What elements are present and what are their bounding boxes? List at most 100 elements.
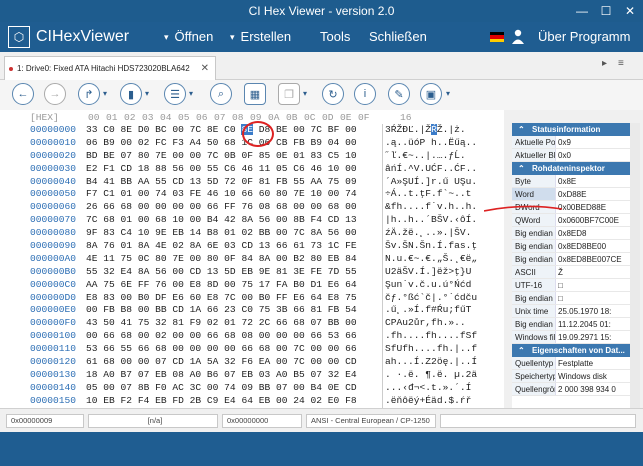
user-icon[interactable] bbox=[512, 29, 524, 45]
inspector-row[interactable]: Speichertyp Windows disk bbox=[512, 370, 630, 383]
hex-row[interactable]: 53 66 55 66 68 00 00 00 00 66 68 00 7C 0… bbox=[86, 343, 378, 356]
inspector-row[interactable]: Quellengröß...2 000 398 934 0 bbox=[512, 383, 630, 396]
inspector-row[interactable]: Big endian d...0x8ED8BE00 bbox=[512, 240, 630, 253]
hex-row[interactable]: AA 75 6E FF 76 00 E8 8D 00 75 17 FA B0 D… bbox=[86, 279, 378, 292]
inspector-row[interactable]: Quellentyp Festplatte bbox=[512, 357, 630, 370]
minimize-button[interactable]: — bbox=[570, 0, 594, 22]
hex-row[interactable]: 8A 76 01 8A 4E 02 8A 6E 03 CD 13 66 61 7… bbox=[86, 240, 378, 253]
menu-oeffnen[interactable]: ▾ Öffnen bbox=[164, 22, 213, 52]
text-row[interactable]: |h..h..´BŠV.‹ôÍ. bbox=[385, 214, 506, 227]
collapse-chevron-icon[interactable]: ⌃ bbox=[518, 123, 525, 136]
hex-view[interactable]: [HEX] 00 01 02 03 04 05 06 07 08 09 0A 0… bbox=[0, 110, 512, 421]
hex-row[interactable]: 55 32 E4 8A 56 00 CD 13 5D EB 9E 81 3E F… bbox=[86, 266, 378, 279]
hex-row[interactable]: 33 C0 8E D0 BC 00 7C 8E C0 8E D8 BE 00 7… bbox=[86, 124, 378, 137]
menu-tools[interactable]: Tools bbox=[320, 22, 350, 52]
text-row[interactable]: źÄ.žë.¸..».|ŠV. bbox=[385, 227, 506, 240]
tab-scroll-right-icon[interactable]: ▸ bbox=[602, 58, 607, 69]
text-row[interactable]: ...‹đ¬<.t.».´.Í bbox=[385, 382, 506, 395]
hex-row[interactable]: 9F 83 C4 10 9E EB 14 B8 01 02 BB 00 7C 8… bbox=[86, 227, 378, 240]
info-icon[interactable]: i bbox=[354, 83, 376, 105]
text-row[interactable]: .fh....fh....fSf bbox=[385, 330, 506, 343]
inspector-row[interactable]: Aktueller Block0x0 bbox=[512, 149, 630, 162]
inspector-section-header[interactable]: ⌃ Rohdateninspektor bbox=[512, 162, 630, 175]
hex-row[interactable]: 00 66 68 00 02 00 00 66 68 08 00 00 00 6… bbox=[86, 330, 378, 343]
menu-erstellen[interactable]: ▾ Erstellen bbox=[230, 22, 291, 52]
text-row[interactable]: U2äŠV.Í.]ëž>ţ}U bbox=[385, 266, 506, 279]
inspector-row[interactable]: Aktuelle Posi...0x9 bbox=[512, 136, 630, 149]
text-row[interactable]: CPAu2ůr,fh.».. bbox=[385, 317, 506, 330]
tab-drive0[interactable]: 1: Drive0: Fixed ATA Hitachi HDS723020BL… bbox=[4, 56, 216, 80]
text-row[interactable]: .ëňôëý+Éäd.$.ŕř bbox=[385, 395, 506, 408]
goto-dropdown-icon[interactable]: ▾ bbox=[103, 89, 107, 98]
forward-icon[interactable]: → bbox=[44, 83, 66, 105]
text-row[interactable]: ´A»ŞUÍ.]r.ű UŞu. bbox=[385, 176, 506, 189]
hex-row[interactable]: 43 50 41 75 32 81 F9 02 01 72 2C 66 68 0… bbox=[86, 317, 378, 330]
list-dropdown-icon[interactable]: ▾ bbox=[189, 89, 193, 98]
text-row[interactable]: .ű¸.»Í.f#Ŕu;fűT bbox=[385, 304, 506, 317]
text-row[interactable]: N.u.€~.€.„Š.˛€ë„ bbox=[385, 253, 506, 266]
text-row[interactable]: ˝ľ.€~..|.….ƒĹ. bbox=[385, 150, 506, 163]
tab-close-icon[interactable]: ✕ bbox=[201, 63, 209, 74]
inspector-row[interactable]: Byte 0x8E bbox=[512, 175, 630, 188]
text-column[interactable]: 3ŔŽĐĽ.|ŽŔŽ.|ż. .ą..üóP h..Ëűą.. ˝ľ.€~..|.…… bbox=[382, 124, 506, 421]
hex-row[interactable]: 05 00 07 8B F0 AC 3C 00 74 09 BB 07 00 B… bbox=[86, 382, 378, 395]
inspector-row[interactable]: Unix time 25.05.1970 18: bbox=[512, 305, 630, 318]
text-row[interactable]: ÷Á..t.ţF.f`~..t bbox=[385, 188, 506, 201]
text-row[interactable]: . ·.ë. ¶.ë. µ.2ä bbox=[385, 369, 506, 382]
hex-row[interactable]: 06 B9 00 02 FC F3 A4 50 68 1C 06 CB FB B… bbox=[86, 137, 378, 150]
maximize-button[interactable]: ☐ bbox=[594, 0, 618, 22]
menu-about[interactable]: Über Programm bbox=[538, 22, 630, 52]
text-row[interactable]: .ą..üóP h..Ëűą.. bbox=[385, 137, 506, 150]
edit-icon[interactable]: ✎ bbox=[388, 83, 410, 105]
hex-row[interactable]: 7C 68 01 00 68 10 00 B4 42 8A 56 00 8B F… bbox=[86, 214, 378, 227]
hex-row[interactable]: 10 EB F2 F4 EB FD 2B C9 E4 64 EB 00 24 0… bbox=[86, 395, 378, 408]
hex-byte-column[interactable]: 33 C0 8E D0 BC 00 7C 8E C0 8E D8 BE 00 7… bbox=[86, 124, 378, 420]
inspector-row[interactable]: Big endian U...11.12.2045 01: bbox=[512, 318, 630, 331]
hex-row[interactable]: BD BE 07 80 7E 00 00 7C 0B 0F 85 0E 01 8… bbox=[86, 150, 378, 163]
inspector-row[interactable]: Big endian U...□ bbox=[512, 292, 630, 305]
inspector-row[interactable]: QWord 0x0600BF7C00E bbox=[512, 214, 630, 227]
select-all-icon[interactable]: ▦ bbox=[244, 83, 266, 105]
list-icon[interactable]: ☰ bbox=[164, 83, 186, 105]
inspector-section-header[interactable]: ⌃ Eigenschaften von Dat... bbox=[512, 344, 630, 357]
close-window-button[interactable]: ✕ bbox=[618, 0, 642, 22]
hex-row[interactable]: 4E 11 75 0C 80 7E 00 80 0F 84 8A 00 B2 8… bbox=[86, 253, 378, 266]
back-icon[interactable]: ← bbox=[12, 83, 34, 105]
text-row[interactable]: Şun˙v.č.u.ú°Ńćd bbox=[385, 279, 506, 292]
tab-list-icon[interactable]: ≡ bbox=[618, 58, 624, 69]
collapse-chevron-icon[interactable]: ⌃ bbox=[518, 344, 525, 357]
bookmark-dropdown-icon[interactable]: ▾ bbox=[145, 89, 149, 98]
copy-dropdown-icon[interactable]: ▾ bbox=[303, 89, 307, 98]
hex-row[interactable]: 18 A0 B7 07 EB 08 A0 B6 07 EB 03 A0 B5 0… bbox=[86, 369, 378, 382]
text-row[interactable]: Šv.ŠN.Šn.Í.fas.ţ bbox=[385, 240, 506, 253]
inspector-row[interactable]: Big endian q...0x8ED8BE007CE bbox=[512, 253, 630, 266]
goto-icon[interactable]: ↱ bbox=[78, 83, 100, 105]
text-row[interactable]: čƒ.°ßć`č|.°˙ćdču bbox=[385, 292, 506, 305]
refresh-icon[interactable]: ↻ bbox=[322, 83, 344, 105]
hex-scrollbar[interactable] bbox=[504, 110, 512, 408]
hex-row[interactable]: F7 C1 01 00 74 03 FE 46 10 66 60 80 7E 1… bbox=[86, 188, 378, 201]
inspector-row[interactable]: Big endian w...0x8ED8 bbox=[512, 227, 630, 240]
menu-schliessen[interactable]: Schließen bbox=[369, 22, 427, 52]
hex-row[interactable]: E8 83 00 B0 DF E6 60 E8 7C 00 B0 FF E6 6… bbox=[86, 292, 378, 305]
text-row[interactable]: âńÍ.^V.UĆF..ĆF.. bbox=[385, 163, 506, 176]
german-flag-icon[interactable] bbox=[490, 32, 504, 42]
inspector-scrollbar[interactable] bbox=[630, 123, 640, 408]
inspector-row[interactable]: ASCII Ž bbox=[512, 266, 630, 279]
copy-icon[interactable]: ❐ bbox=[278, 83, 300, 105]
text-row[interactable]: ah...Í.Z2öę.|..Í bbox=[385, 356, 506, 369]
bookmark-icon[interactable]: ▮ bbox=[120, 83, 142, 105]
inspector-row[interactable]: UTF-16 □ bbox=[512, 279, 630, 292]
hex-row[interactable]: B4 41 BB AA 55 CD 13 5D 72 0F 81 FB 55 A… bbox=[86, 176, 378, 189]
inspector-row[interactable]: Windows file...19.09.2971 15: bbox=[512, 331, 630, 344]
inspector-row[interactable]: Word 0xD88E bbox=[512, 188, 630, 201]
text-row[interactable]: 3ŔŽĐĽ.|ŽŔŽ.|ż. bbox=[385, 124, 506, 137]
save-icon[interactable]: ▣ bbox=[420, 83, 442, 105]
hex-row[interactable]: 26 66 68 00 00 00 00 66 FF 76 08 68 00 0… bbox=[86, 201, 378, 214]
hex-row[interactable]: E2 F1 CD 18 88 56 00 55 C6 46 11 05 C6 4… bbox=[86, 163, 378, 176]
save-dropdown-icon[interactable]: ▾ bbox=[446, 89, 450, 98]
collapse-chevron-icon[interactable]: ⌃ bbox=[518, 162, 525, 175]
text-row[interactable]: SfUfh....fh.|..f bbox=[385, 343, 506, 356]
inspector-section-header[interactable]: ⌃ Statusinformation bbox=[512, 123, 630, 136]
hex-row[interactable]: 61 68 00 00 07 CD 1A 5A 32 F6 EA 00 7C 0… bbox=[86, 356, 378, 369]
